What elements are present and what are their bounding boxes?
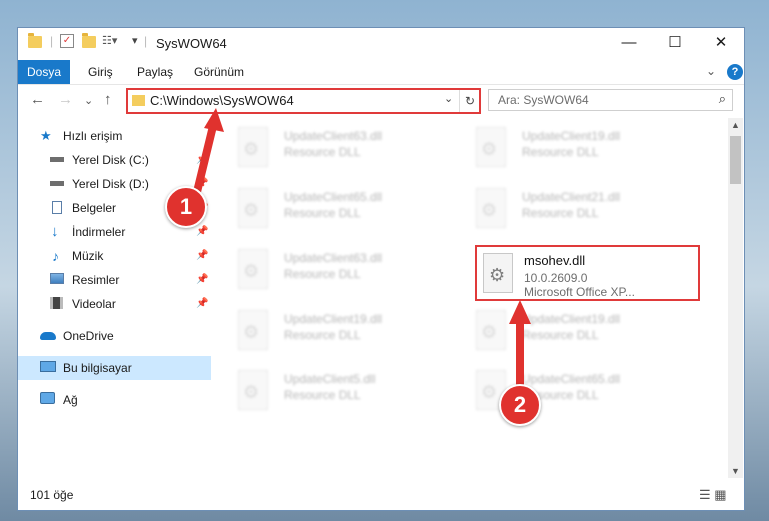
annotation-arrowhead-2 — [509, 300, 531, 324]
annotation-badge-2: 2 — [499, 384, 541, 426]
annotation-arrows — [192, 108, 531, 392]
annotation-arrowhead-1 — [204, 108, 224, 132]
annotation-arrow-1 — [192, 118, 218, 200]
annotation-badge-1: 1 — [165, 186, 207, 228]
